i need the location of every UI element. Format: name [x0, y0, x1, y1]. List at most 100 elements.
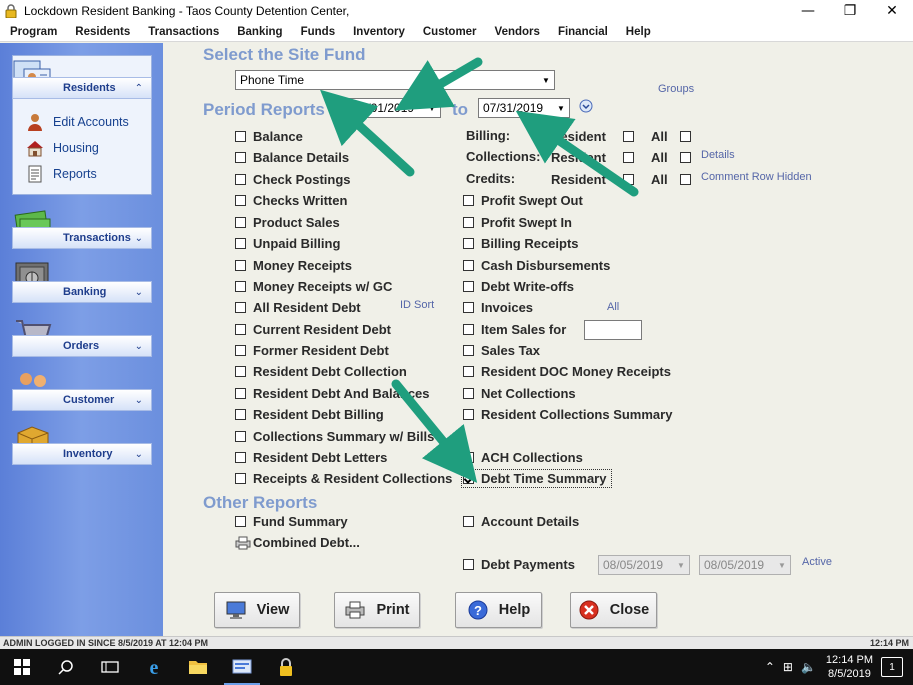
checkbox[interactable]: [235, 431, 246, 442]
refresh-dates-icon[interactable]: [579, 99, 593, 113]
checkbox[interactable]: [235, 174, 246, 185]
report-money-receipts[interactable]: Money Receipts: [235, 258, 352, 273]
volume-muted-icon[interactable]: 🔈: [801, 660, 816, 674]
checkbox[interactable]: [235, 516, 246, 527]
orders-group-header[interactable]: Orders ⌄: [12, 335, 152, 357]
menu-inventory[interactable]: Inventory: [344, 26, 414, 38]
checkbox[interactable]: [235, 366, 246, 377]
sidebar-item-housing[interactable]: Housing: [26, 139, 99, 157]
collections-resident-checkbox[interactable]: [623, 152, 634, 163]
report-money-receipts-gc[interactable]: Money Receipts w/ GC: [235, 279, 392, 294]
item-sales-input[interactable]: [584, 320, 642, 340]
checkbox[interactable]: [463, 345, 474, 356]
restore-button[interactable]: ❐: [829, 0, 871, 22]
report-profit-swept-out[interactable]: Profit Swept Out: [463, 193, 583, 208]
report-cash-disbursements[interactable]: Cash Disbursements: [463, 258, 610, 273]
file-explorer-button[interactable]: [176, 649, 220, 685]
banking-group-header[interactable]: Banking ⌄: [12, 281, 152, 303]
menu-transactions[interactable]: Transactions: [139, 26, 228, 38]
checkbox[interactable]: [235, 217, 246, 228]
menu-vendors[interactable]: Vendors: [486, 26, 549, 38]
report-account-details[interactable]: Account Details: [463, 514, 579, 529]
report-check-postings[interactable]: Check Postings: [235, 172, 351, 187]
checkbox[interactable]: [235, 152, 246, 163]
report-invoices[interactable]: Invoices: [463, 300, 533, 315]
checkbox[interactable]: [235, 388, 246, 399]
checkbox[interactable]: [463, 260, 474, 271]
checkbox[interactable]: [463, 195, 474, 206]
checkbox[interactable]: [463, 409, 474, 420]
combined-debt-link[interactable]: Combined Debt...: [235, 535, 360, 550]
credits-all-checkbox[interactable]: [680, 174, 691, 185]
checkbox[interactable]: [463, 217, 474, 228]
chevron-up-icon[interactable]: ⌃: [765, 660, 775, 674]
customer-group-header[interactable]: Customer ⌄: [12, 389, 152, 411]
inventory-group-header[interactable]: Inventory ⌄: [12, 443, 152, 465]
checkbox[interactable]: [463, 452, 474, 463]
menu-program[interactable]: Program: [0, 26, 66, 38]
checkbox[interactable]: [235, 131, 246, 142]
banking-app-taskbar-button[interactable]: [220, 649, 264, 685]
report-former-resident-debt[interactable]: Former Resident Debt: [235, 343, 389, 358]
checkbox[interactable]: [235, 473, 246, 484]
residents-group-header[interactable]: Residents ⌃: [12, 77, 152, 99]
from-date-picker[interactable]: 07/01/2019 ▼: [349, 98, 441, 118]
checkbox[interactable]: [463, 559, 474, 570]
report-current-resident-debt[interactable]: Current Resident Debt: [235, 322, 391, 337]
report-product-sales[interactable]: Product Sales: [235, 215, 340, 230]
report-balance[interactable]: Balance: [235, 129, 303, 144]
collections-all-checkbox[interactable]: [680, 152, 691, 163]
debt-payments-from-date[interactable]: 08/05/2019 ▼: [598, 555, 690, 575]
checkbox[interactable]: [463, 516, 474, 527]
sidebar-item-edit-accounts[interactable]: Edit Accounts: [26, 113, 129, 131]
network-icon[interactable]: ⊞: [783, 660, 793, 674]
report-unpaid-billing[interactable]: Unpaid Billing: [235, 236, 340, 251]
minimize-button[interactable]: —: [787, 0, 829, 22]
checkbox[interactable]: [235, 238, 246, 249]
menu-financial[interactable]: Financial: [549, 26, 617, 38]
clock[interactable]: 12:14 PM 8/5/2019: [826, 653, 873, 681]
lockdown-taskbar-button[interactable]: [264, 649, 308, 685]
report-resident-collections-summary[interactable]: Resident Collections Summary: [463, 407, 672, 422]
checkbox[interactable]: [235, 452, 246, 463]
report-item-sales-for[interactable]: Item Sales for: [463, 322, 566, 337]
report-all-resident-debt[interactable]: All Resident Debt: [235, 300, 361, 315]
checkbox[interactable]: [235, 195, 246, 206]
debt-payments-to-date[interactable]: 08/05/2019 ▼: [699, 555, 791, 575]
checkbox[interactable]: [235, 409, 246, 420]
close-button[interactable]: Close: [570, 592, 657, 628]
report-balance-details[interactable]: Balance Details: [235, 150, 349, 165]
report-resident-doc-money-receipts[interactable]: Resident DOC Money Receipts: [463, 364, 671, 379]
report-checks-written[interactable]: Checks Written: [235, 193, 347, 208]
billing-resident-checkbox[interactable]: [623, 131, 634, 142]
report-profit-swept-in[interactable]: Profit Swept In: [463, 215, 572, 230]
checkbox[interactable]: [235, 302, 246, 313]
menu-customer[interactable]: Customer: [414, 26, 486, 38]
credits-resident-checkbox[interactable]: [623, 174, 634, 185]
billing-all-checkbox[interactable]: [680, 131, 691, 142]
report-sales-tax[interactable]: Sales Tax: [463, 343, 540, 358]
search-button[interactable]: [44, 649, 88, 685]
checkbox[interactable]: [463, 324, 474, 335]
menu-help[interactable]: Help: [617, 26, 660, 38]
menu-funds[interactable]: Funds: [292, 26, 345, 38]
report-resident-debt-letters[interactable]: Resident Debt Letters: [235, 450, 387, 465]
checkbox[interactable]: [235, 260, 246, 271]
report-resident-debt-balances[interactable]: Resident Debt And Balances: [235, 386, 430, 401]
report-resident-debt-collection[interactable]: Resident Debt Collection: [235, 364, 407, 379]
print-button[interactable]: Print: [334, 592, 420, 628]
checkbox[interactable]: [463, 366, 474, 377]
close-window-button[interactable]: ✕: [871, 0, 913, 22]
checkbox[interactable]: [463, 281, 474, 292]
report-debt-time-summary[interactable]: Debt Time Summary: [460, 469, 613, 488]
start-button[interactable]: [0, 649, 44, 685]
checkbox[interactable]: [463, 388, 474, 399]
notification-center-button[interactable]: 1: [881, 657, 903, 677]
task-view-button[interactable]: [88, 649, 132, 685]
report-fund-summary[interactable]: Fund Summary: [235, 514, 348, 529]
report-ach-collections[interactable]: ACH Collections: [463, 450, 583, 465]
to-date-picker[interactable]: 07/31/2019 ▼: [478, 98, 570, 118]
report-collections-summary-bills[interactable]: Collections Summary w/ Bills: [235, 429, 434, 444]
report-net-collections[interactable]: Net Collections: [463, 386, 576, 401]
menu-banking[interactable]: Banking: [228, 26, 291, 38]
